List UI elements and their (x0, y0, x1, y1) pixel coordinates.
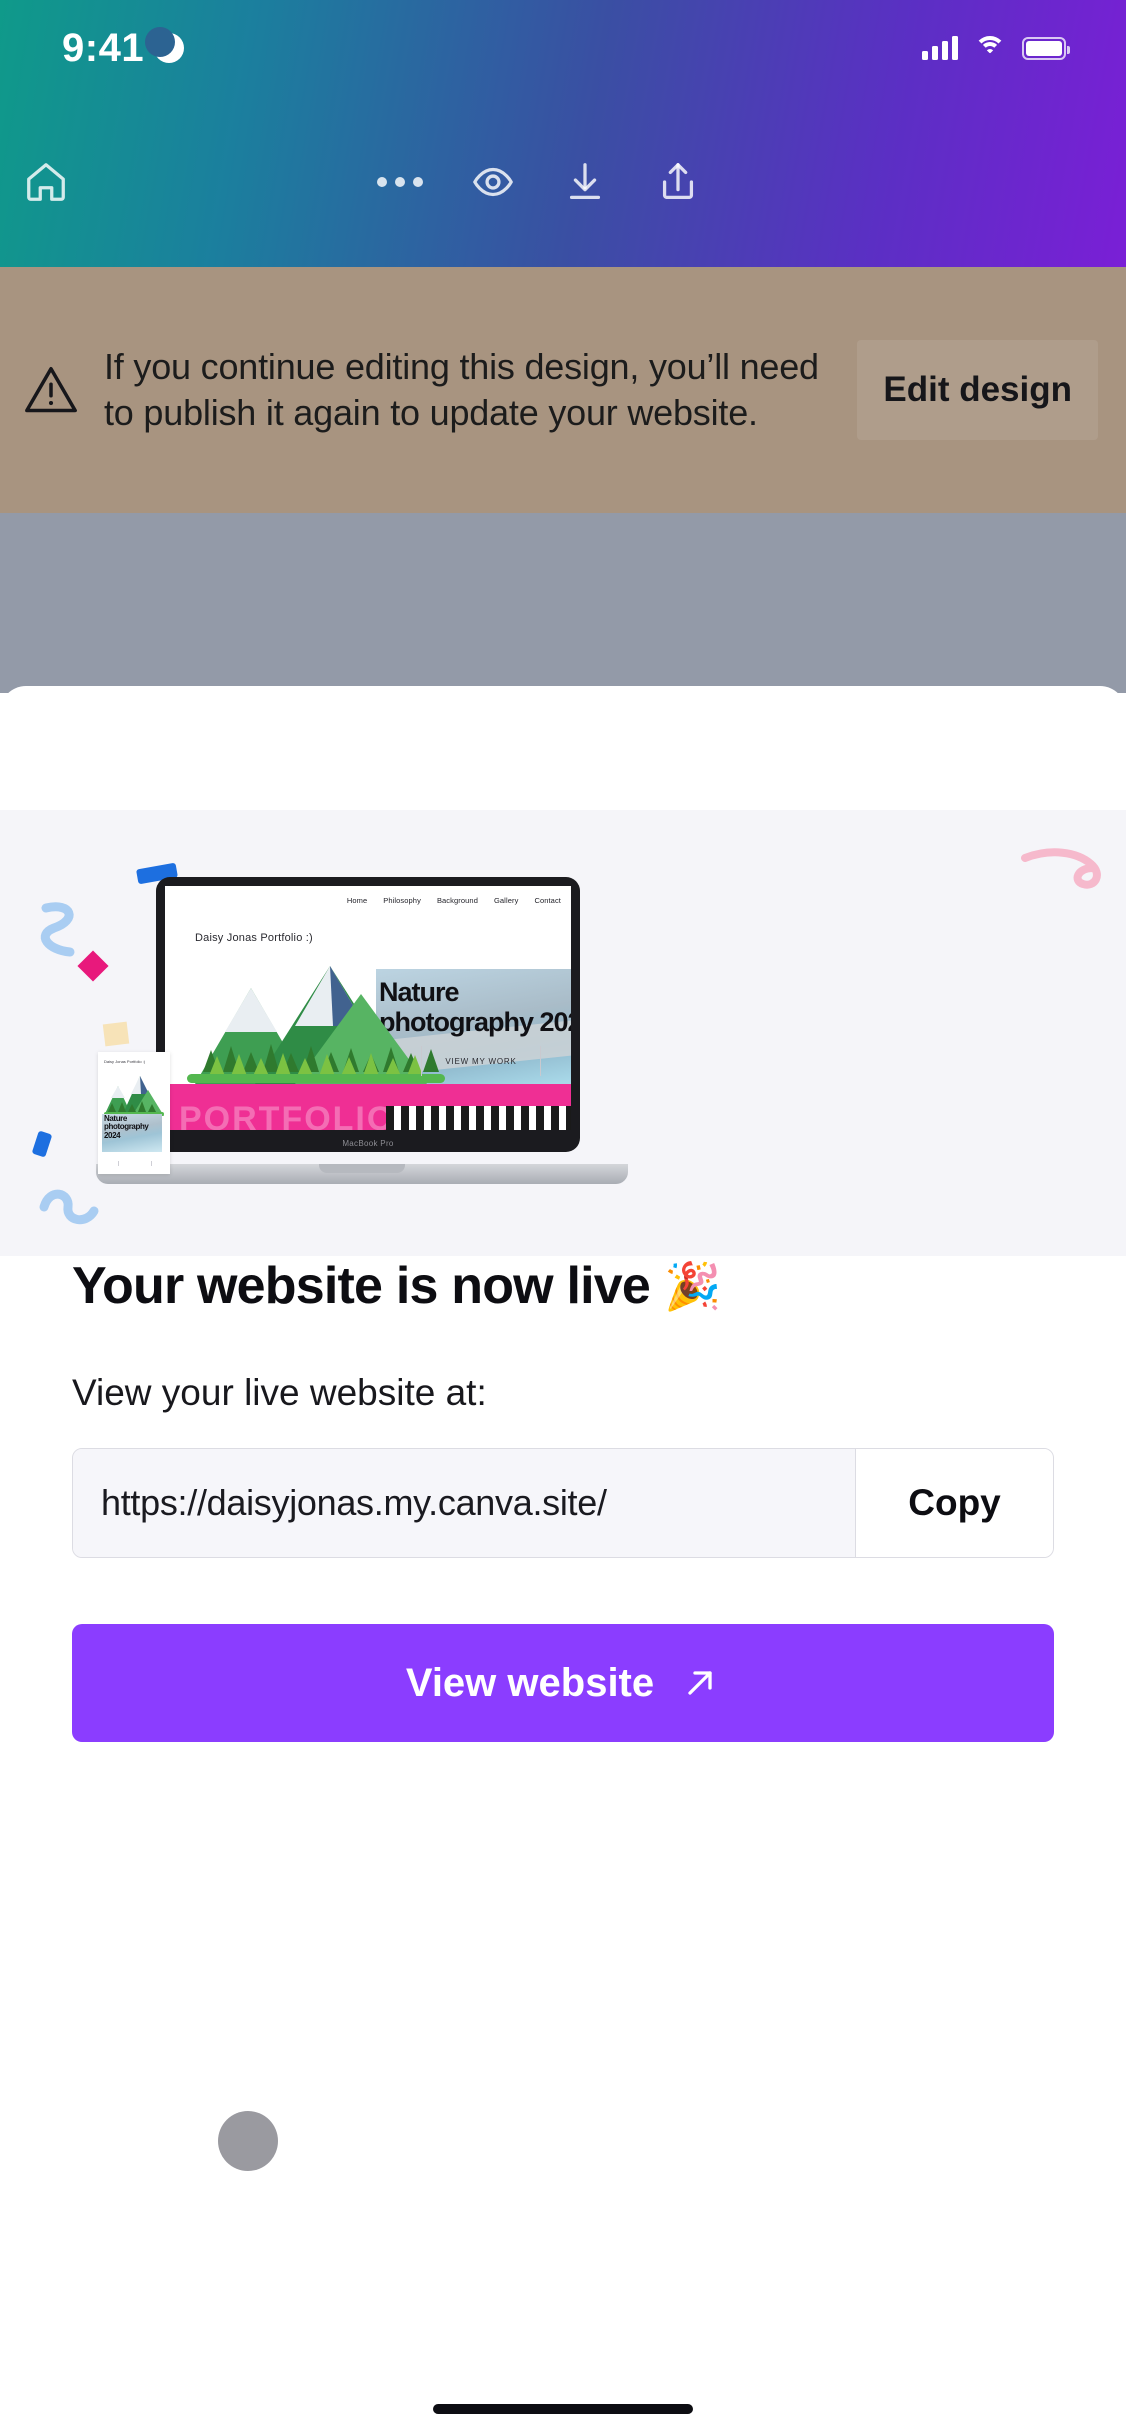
sheet-content: Your website is now live 🎉 View your liv… (0, 1256, 1126, 1742)
website-preview-illustration: Home Philosophy Background Gallery Conta… (0, 810, 1126, 1256)
preview-site-brand: Daisy Jonas Portfolio :) (195, 932, 313, 944)
mobile-preview-brand: Daisy Jonas Portfolio :) (104, 1059, 146, 1064)
warning-triangle-icon (20, 361, 82, 419)
confetti-blue-squiggle-bottom (39, 1189, 99, 1225)
page-title-text: Your website is now live (72, 1257, 651, 1315)
battery-icon (1022, 37, 1070, 60)
confetti-blue-squiggle-top (40, 902, 75, 957)
preview-footer-word: PORTFOLIO (179, 1100, 396, 1130)
download-icon[interactable] (557, 154, 613, 210)
party-popper-icon: 🎉 (664, 1259, 721, 1312)
status-bar: 9:41 (0, 0, 1126, 96)
laptop-lid: Home Philosophy Background Gallery Conta… (156, 877, 580, 1152)
edit-design-button[interactable]: Edit design (857, 340, 1098, 440)
url-row: Copy (72, 1448, 1054, 1558)
phone-screen: 9:41 If you continue editing this design… (0, 0, 1126, 2436)
preview-view-work-button: VIEW MY WORK (421, 1046, 541, 1076)
preview-footer-band: PORTFOLIO (165, 1084, 571, 1130)
banner-message: If you continue editing this design, you… (104, 345, 819, 433)
page-title: Your website is now live 🎉 (72, 1256, 1126, 1316)
status-right (922, 36, 1070, 60)
confetti-blue-small-bar (31, 1130, 53, 1158)
editor-toolbar (0, 96, 1126, 267)
laptop-base (96, 1164, 628, 1184)
nav-item-philosophy: Philosophy (383, 896, 421, 905)
home-icon[interactable] (18, 154, 74, 210)
nav-item-background: Background (436, 896, 478, 905)
preview-site-nav: Home Philosophy Background Gallery Conta… (347, 896, 561, 905)
nav-item-gallery: Gallery (493, 896, 519, 905)
signal-bars-icon (922, 36, 958, 60)
eye-icon[interactable] (465, 154, 521, 210)
website-url-input[interactable] (73, 1449, 855, 1557)
app-header: 9:41 (0, 0, 1126, 267)
mobile-preview-hero-title: Nature photography 2024 (104, 1114, 149, 1140)
mobile-preview-card: Daisy Jonas Portfolio :) Nature photogra… (98, 1052, 170, 1174)
wifi-icon (974, 36, 1006, 60)
share-icon[interactable] (650, 154, 706, 210)
arrow-up-right-icon (688, 1671, 712, 1695)
confetti-pink-squiggle-right (1021, 848, 1101, 889)
publish-warning-banner: If you continue editing this design, you… (0, 267, 1126, 513)
status-left: 9:41 (62, 25, 185, 71)
mobile-preview-mountains (104, 1076, 164, 1116)
preview-footer-strip (386, 1106, 571, 1130)
touch-indicator (218, 2111, 278, 2171)
publish-success-sheet: Home Philosophy Background Gallery Conta… (0, 686, 1126, 2436)
home-indicator[interactable] (433, 2404, 693, 2414)
moon-icon (145, 27, 185, 63)
laptop-mockup: Home Philosophy Background Gallery Conta… (96, 877, 628, 1184)
laptop-model-label: MacBook Pro (342, 1139, 394, 1148)
confetti-yellow-square (102, 1021, 130, 1047)
more-options-icon[interactable] (372, 154, 428, 210)
copy-button[interactable]: Copy (855, 1449, 1053, 1557)
page-subtitle: View your live website at: (72, 1372, 487, 1413)
mobile-preview-cta (118, 1161, 152, 1166)
laptop-screen: Home Philosophy Background Gallery Conta… (165, 886, 571, 1130)
nav-item-home: Home (346, 896, 368, 905)
status-time: 9:41 (62, 25, 145, 70)
view-website-button[interactable]: View website (72, 1624, 1054, 1742)
nav-item-contact: Contact (534, 896, 561, 905)
dim-overlay (0, 513, 1126, 693)
view-website-label: View website (405, 1660, 655, 1705)
